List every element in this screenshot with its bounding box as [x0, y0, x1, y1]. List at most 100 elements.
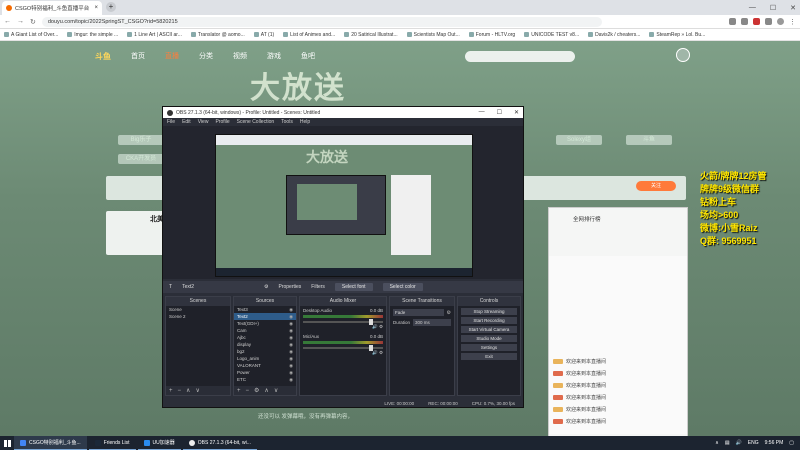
nav-home[interactable]: 首页 [131, 51, 145, 61]
eye-icon[interactable]: ◉ [289, 334, 293, 341]
eye-icon[interactable]: ◉ [289, 313, 293, 320]
bookmark-item[interactable]: Translator @ aomo... [190, 32, 245, 38]
menu-scene-collection[interactable]: Scene Collection [237, 119, 275, 125]
new-tab-button[interactable]: + [106, 2, 116, 12]
taskbar-item[interactable]: Friends List [88, 436, 136, 450]
select-font-button[interactable]: Select font [334, 283, 373, 291]
volume-slider[interactable] [303, 345, 383, 351]
start-virtual-camera-button[interactable]: Start Virtual Camera [461, 326, 517, 333]
eye-icon[interactable]: ◉ [289, 355, 293, 362]
volume-slider-knob[interactable] [369, 319, 373, 325]
source-item[interactable]: Text3 ◉ [234, 306, 296, 313]
transition-select[interactable]: Fade [393, 309, 444, 316]
taskbar-item[interactable]: CSGO特别福利_斗鱼... [14, 436, 87, 450]
category-tag[interactable]: CKA开发员 [118, 154, 164, 164]
extension-icon[interactable] [729, 17, 736, 25]
scene-item[interactable]: Scene 2 [166, 313, 230, 320]
nav-yuba[interactable]: 鱼吧 [301, 51, 315, 61]
source-item[interactable]: ETC ◉ [234, 376, 296, 383]
user-avatar[interactable] [676, 48, 690, 62]
eye-icon[interactable]: ◉ [289, 376, 293, 383]
extension-icon[interactable] [741, 17, 748, 25]
source-item[interactable]: display ◉ [234, 341, 296, 348]
move-down-icon[interactable]: ∨ [274, 387, 278, 394]
notification-icon[interactable]: ▢ [789, 440, 794, 446]
remove-icon[interactable]: − [246, 388, 250, 394]
move-up-icon[interactable]: ∧ [264, 387, 268, 394]
tray-chevron-icon[interactable]: ∧ [715, 440, 719, 446]
remove-icon[interactable]: − [178, 388, 182, 394]
eye-icon[interactable]: ◉ [289, 341, 293, 348]
nav-games[interactable]: 游戏 [267, 51, 281, 61]
maximize-button[interactable]: ☐ [770, 4, 776, 12]
add-icon[interactable]: + [169, 388, 173, 394]
volume-slider[interactable] [303, 319, 383, 325]
clock[interactable]: 9:56 PM [765, 440, 784, 446]
chat-message-list[interactable]: 欢迎来到本直播间 欢迎来到本直播间 欢迎来到本直播间 欢迎来到本直播间 欢迎来到… [549, 256, 687, 434]
menu-view[interactable]: View [198, 119, 209, 125]
obs-maximize-button[interactable]: ☐ [497, 109, 502, 116]
site-search-input[interactable] [465, 50, 575, 62]
gear-icon[interactable]: ⚙ [254, 387, 259, 394]
bookmark-item[interactable]: UNICODE TEST v8... [524, 32, 579, 38]
source-item[interactable]: Cam ◉ [234, 327, 296, 334]
category-tag[interactable]: Solexy组 [556, 135, 602, 145]
obs-preview-canvas[interactable]: 大放送 [215, 134, 473, 277]
menu-tools[interactable]: Tools [281, 119, 293, 125]
bookmark-item[interactable]: Davis2k / cheaters... [588, 32, 640, 38]
start-button[interactable] [0, 436, 14, 450]
menu-edit[interactable]: Edit [182, 119, 191, 125]
tab-close-icon[interactable]: × [94, 5, 98, 11]
eye-icon[interactable]: ◉ [289, 306, 293, 313]
extension-icon[interactable] [765, 17, 772, 25]
settings-button[interactable]: Settings [461, 344, 517, 351]
gear-icon[interactable]: ⚙ [379, 350, 383, 355]
gear-icon[interactable]: ⚙ [379, 324, 383, 329]
language-indicator[interactable]: ENG [748, 440, 759, 446]
menu-profile[interactable]: Profile [215, 119, 229, 125]
url-input[interactable]: douyu.com/topic/2022SpringST_CSGO?rid=58… [41, 16, 602, 27]
bookmark-item[interactable]: AT (1) [253, 32, 274, 38]
nav-live[interactable]: 直播 [165, 51, 179, 61]
source-item[interactable]: Text2 ◉ [234, 313, 296, 320]
reload-icon[interactable]: ↻ [30, 18, 36, 26]
volume-slider-knob[interactable] [369, 345, 373, 351]
close-button[interactable]: ✕ [790, 4, 796, 12]
move-up-icon[interactable]: ∧ [186, 387, 190, 394]
category-tag[interactable]: 斗鱼 [626, 135, 672, 145]
browser-tab[interactable]: CSGO特别福利_斗鱼直播平台 × [2, 1, 102, 15]
bookmark-item[interactable]: A Giant List of Over... [4, 32, 58, 38]
add-icon[interactable]: + [237, 388, 241, 394]
profile-avatar-icon[interactable] [777, 17, 784, 25]
minimize-button[interactable]: — [749, 4, 756, 11]
chat-panel-title[interactable]: 全网排行榜 [573, 215, 601, 223]
taskbar-item[interactable]: UU加速器 [137, 436, 181, 450]
stop-streaming-button[interactable]: Stop Streaming [461, 308, 517, 315]
exit-button[interactable]: Exit [461, 353, 517, 360]
properties-button[interactable]: Properties [279, 284, 302, 290]
category-tag[interactable]: Big乐子 [118, 135, 164, 145]
eye-icon[interactable]: ◉ [289, 320, 293, 327]
bookmark-item[interactable]: 20 Satirical Illustrat... [344, 32, 398, 38]
source-item[interactable]: Power ◉ [234, 369, 296, 376]
nav-category[interactable]: 分类 [199, 51, 213, 61]
obs-minimize-button[interactable]: — [479, 109, 485, 116]
filters-button[interactable]: Filters [311, 284, 325, 290]
bookmark-item[interactable]: Forum - HLTV.org [468, 32, 515, 38]
move-down-icon[interactable]: ∨ [195, 387, 199, 394]
extension-icon[interactable] [753, 17, 760, 25]
network-icon[interactable]: ▤ [725, 440, 730, 446]
bookmark-item[interactable]: 1 Line Art | ASCII ar... [127, 32, 182, 38]
source-item[interactable]: VALORANT ◉ [234, 362, 296, 369]
nav-video[interactable]: 视频 [233, 51, 247, 61]
scene-item[interactable]: Scene [166, 306, 230, 313]
menu-file[interactable]: File [167, 119, 175, 125]
source-item[interactable]: Logo_anim ◉ [234, 355, 296, 362]
source-item[interactable]: bg2 ◉ [234, 348, 296, 355]
eye-icon[interactable]: ◉ [289, 327, 293, 334]
follow-button[interactable]: 关注 [636, 181, 676, 191]
eye-icon[interactable]: ◉ [289, 362, 293, 369]
bookmark-item[interactable]: Imgur: the simple ... [67, 32, 118, 38]
obs-close-button[interactable]: ✕ [514, 109, 519, 116]
bookmark-item[interactable]: Scientists Map Out... [406, 32, 460, 38]
